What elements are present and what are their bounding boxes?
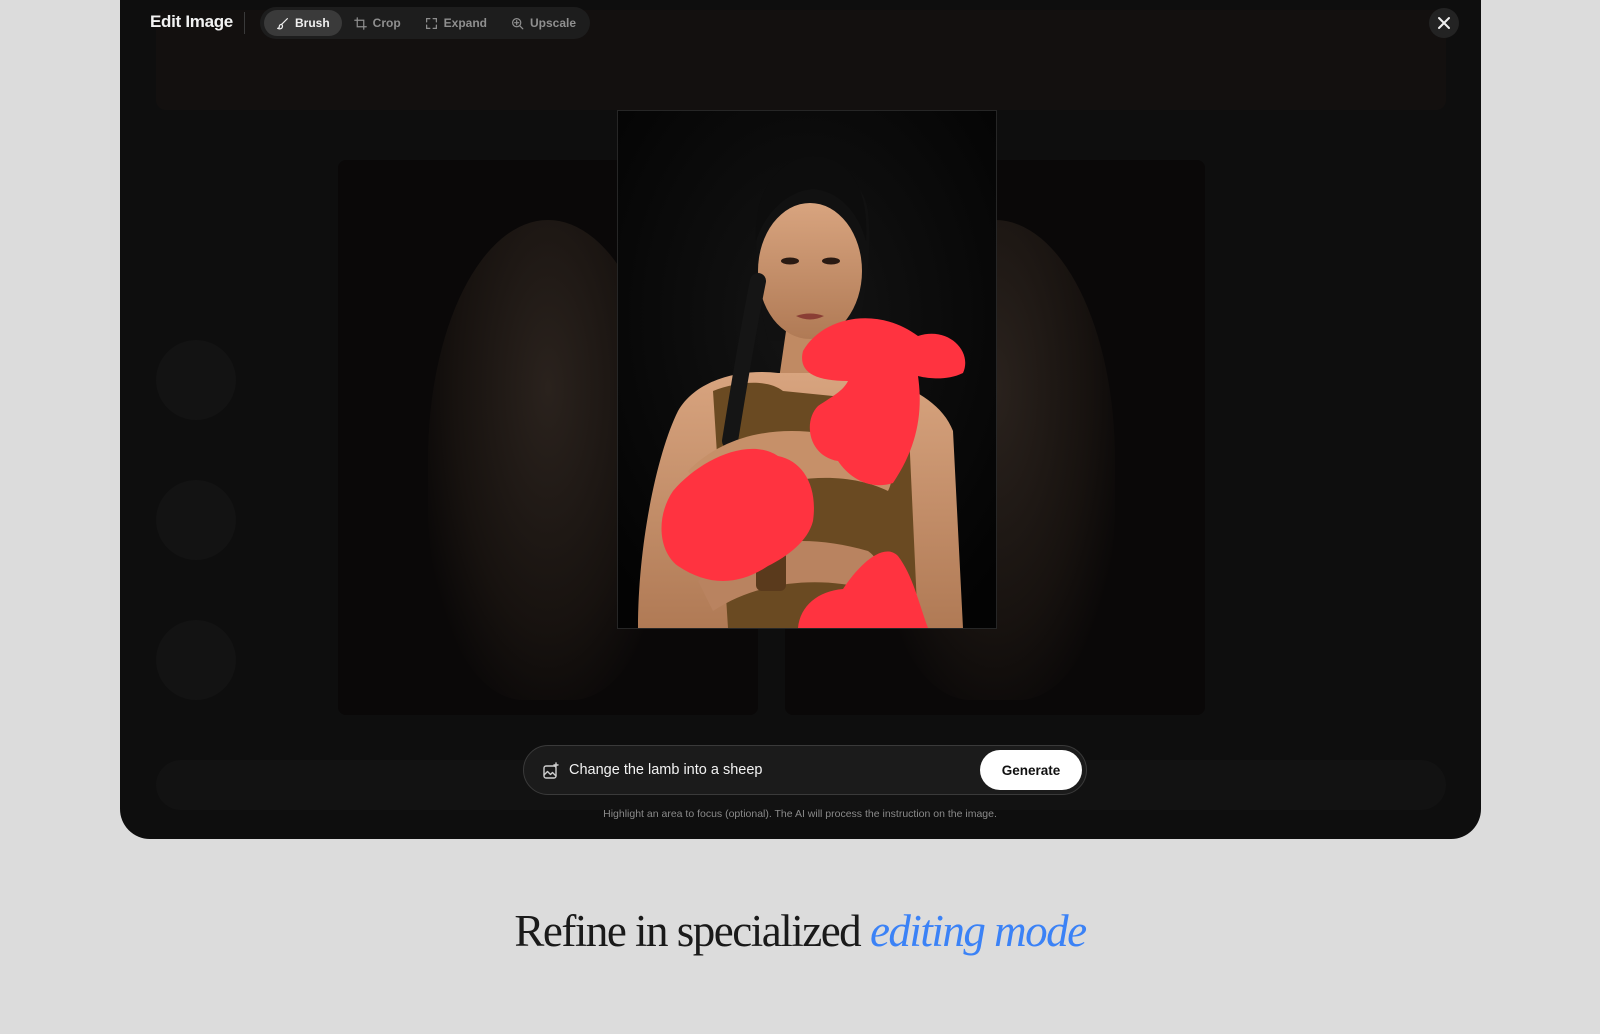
tool-label: Crop bbox=[372, 16, 401, 30]
editor-title: Edit Image bbox=[150, 12, 233, 31]
tool-upscale[interactable]: Upscale bbox=[499, 10, 588, 36]
upscale-icon bbox=[512, 17, 524, 29]
tool-label: Expand bbox=[443, 16, 488, 30]
image-editor-modal: Edit Image Brush Crop Expand Upscale Cha… bbox=[120, 0, 1481, 839]
expand-icon bbox=[425, 17, 437, 29]
crop-icon bbox=[353, 16, 367, 30]
edit-tools-toolbar: Brush Crop Expand Upscale bbox=[260, 7, 590, 39]
heading-main: Refine in specialized bbox=[514, 906, 861, 956]
background-thumbnail bbox=[156, 340, 236, 420]
close-icon bbox=[1438, 17, 1450, 29]
close-button[interactable] bbox=[1429, 8, 1459, 38]
helper-text: Highlight an area to focus (optional). T… bbox=[603, 808, 997, 820]
tool-label: Brush bbox=[295, 16, 330, 30]
tool-crop[interactable]: Crop bbox=[342, 10, 413, 36]
portrait-image bbox=[618, 111, 996, 628]
editable-image-canvas[interactable] bbox=[617, 110, 997, 629]
brush-icon bbox=[277, 17, 288, 29]
instruction-input[interactable]: Change the lamb into a sheep Generate bbox=[523, 745, 1087, 795]
instruction-text[interactable]: Change the lamb into a sheep bbox=[569, 762, 762, 778]
tool-brush[interactable]: Brush bbox=[264, 10, 342, 36]
tool-label: Upscale bbox=[530, 16, 577, 30]
section-heading: Refine in specialized editing mode bbox=[0, 905, 1600, 957]
background-thumbnail bbox=[156, 480, 236, 560]
heading-accent: editing mode bbox=[869, 906, 1087, 956]
background-thumbnail bbox=[156, 620, 236, 700]
tool-expand[interactable]: Expand bbox=[413, 10, 499, 36]
toolbar-divider bbox=[244, 12, 245, 34]
image-edit-icon bbox=[543, 762, 559, 779]
generate-button[interactable]: Generate bbox=[980, 750, 1082, 790]
